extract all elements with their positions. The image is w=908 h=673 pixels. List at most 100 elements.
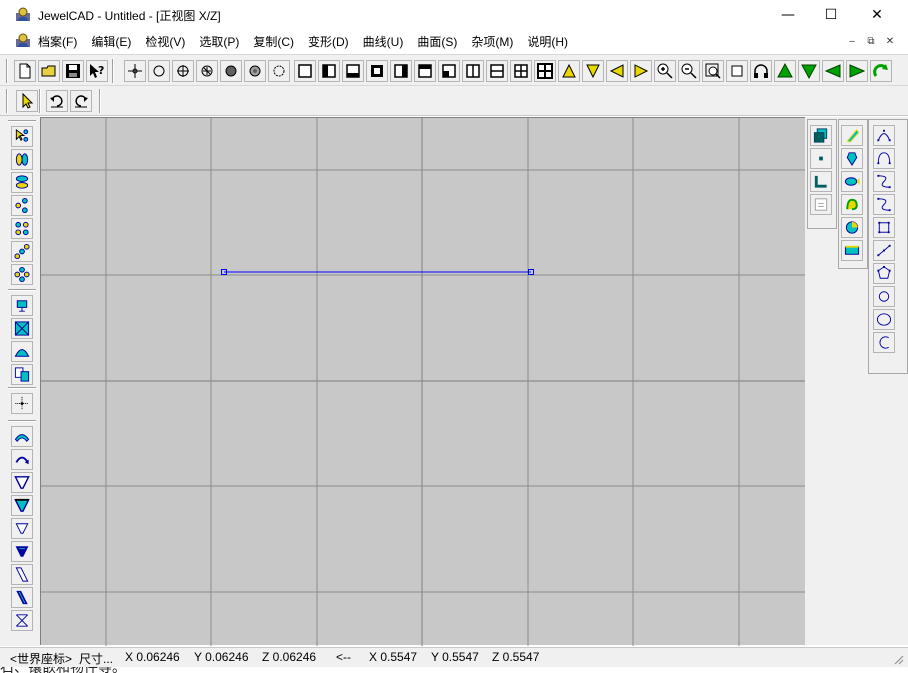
select-arrow-button[interactable] [16, 90, 38, 112]
hourglass-button[interactable] [11, 610, 33, 631]
redo-button[interactable] [70, 90, 92, 112]
resize-grip-icon[interactable] [892, 653, 904, 665]
corner-button[interactable] [810, 171, 832, 192]
mdi-restore-button[interactable]: ⧉ [863, 34, 879, 48]
slant-box-button[interactable] [11, 564, 33, 585]
viewport-grid[interactable] [41, 118, 806, 646]
rotate-left-button[interactable] [822, 60, 844, 82]
gem-fish-button[interactable] [841, 171, 863, 192]
curve-box-button[interactable] [873, 217, 895, 238]
menu-item-4[interactable]: 复制(C) [253, 33, 294, 50]
front-view-viewport[interactable] [40, 117, 806, 646]
view-vertical-split-button[interactable] [462, 60, 484, 82]
funnel-filled-button[interactable] [11, 495, 33, 516]
view-top-button[interactable] [414, 60, 436, 82]
mdi-minimize-button[interactable]: ‒ [844, 34, 860, 48]
zoom-square-button[interactable] [726, 60, 748, 82]
triangle-right-button[interactable] [630, 60, 652, 82]
view-right-button[interactable] [390, 60, 412, 82]
ellipse-button[interactable] [873, 309, 895, 330]
select-pair-button[interactable] [11, 149, 33, 170]
menu-item-3[interactable]: 选取(P) [199, 33, 239, 50]
copy-tool-button[interactable] [11, 364, 33, 385]
zoom-out-button[interactable] [678, 60, 700, 82]
menu-item-7[interactable]: 曲面(S) [417, 33, 457, 50]
zoom-in-button[interactable] [654, 60, 676, 82]
select-all-button[interactable] [11, 126, 33, 147]
circle-cross-button[interactable] [196, 60, 218, 82]
circle-small-button[interactable] [873, 286, 895, 307]
copy-layers-button[interactable] [810, 125, 832, 146]
rotate-green-button[interactable] [870, 60, 892, 82]
select-cluster-button[interactable] [11, 264, 33, 285]
view-square-button[interactable] [294, 60, 316, 82]
menu-item-9[interactable]: 说明(H) [527, 33, 568, 50]
dome-tool-button[interactable] [11, 341, 33, 362]
select-grid-button[interactable] [11, 218, 33, 239]
headphones-button[interactable] [750, 60, 772, 82]
undo-button[interactable] [46, 90, 68, 112]
view-four-grid-button[interactable] [534, 60, 556, 82]
curve-step-button[interactable] [873, 194, 895, 215]
triangle-up-button[interactable] [558, 60, 580, 82]
arc-open-button[interactable] [873, 332, 895, 353]
menu-item-1[interactable]: 编辑(E) [91, 33, 131, 50]
gem-stack-button[interactable] [841, 148, 863, 169]
gem-band-button[interactable] [841, 240, 863, 261]
curve-bezier-button[interactable] [873, 125, 895, 146]
circle-plus-button[interactable] [172, 60, 194, 82]
gem-spiral-button[interactable] [841, 194, 863, 215]
view-bottom-button[interactable] [342, 60, 364, 82]
filled-circle-button[interactable] [220, 60, 242, 82]
dot-button[interactable] [810, 148, 832, 169]
funnel-outline-button[interactable] [11, 472, 33, 493]
curve-arch-button[interactable] [873, 148, 895, 169]
select-diagonal-button[interactable] [11, 241, 33, 262]
view-four-split-button[interactable] [510, 60, 532, 82]
select-points-button[interactable] [11, 195, 33, 216]
menu-item-6[interactable]: 曲线(U) [363, 33, 404, 50]
gem-cone-button[interactable] [841, 125, 863, 146]
view-horizontal-split-button[interactable] [486, 60, 508, 82]
curve-poly-button[interactable] [873, 263, 895, 284]
menu-item-2[interactable]: 检视(V) [145, 33, 185, 50]
close-button[interactable]: ✕ [854, 0, 900, 30]
menu-item-0[interactable]: 档案(F) [38, 33, 77, 50]
rectangle-tool-button[interactable] [11, 295, 33, 316]
select-stack-button[interactable] [11, 172, 33, 193]
menu-item-8[interactable]: 杂项(M) [471, 33, 513, 50]
view-center-button[interactable] [366, 60, 388, 82]
circle-outline-button[interactable] [148, 60, 170, 82]
rotate-up-button[interactable] [774, 60, 796, 82]
curve-line-button[interactable] [873, 240, 895, 261]
menu-item-5[interactable]: 变形(D) [308, 33, 349, 50]
curve-s-button[interactable] [873, 171, 895, 192]
zoom-window-button[interactable] [702, 60, 724, 82]
context-help-button[interactable]: ? [86, 60, 108, 82]
minimize-button[interactable]: — [765, 0, 811, 30]
crosshair-button[interactable] [124, 60, 146, 82]
open-folder-button[interactable] [38, 60, 60, 82]
shaded-circle-button[interactable] [244, 60, 266, 82]
triangle-down-button[interactable] [582, 60, 604, 82]
mdi-document-icon[interactable] [14, 32, 32, 50]
triangle-left-button[interactable] [606, 60, 628, 82]
arc-arrow-button[interactable] [11, 449, 33, 470]
frame-button[interactable] [810, 194, 832, 215]
maximize-button[interactable]: ☐ [808, 0, 854, 30]
view-bottom-left-button[interactable] [438, 60, 460, 82]
gem-ring-button[interactable] [841, 217, 863, 238]
funnel-small-button[interactable] [11, 518, 33, 539]
rotate-right-button[interactable] [846, 60, 868, 82]
box-tool-button[interactable] [11, 318, 33, 339]
funnel-dark-button[interactable] [11, 541, 33, 562]
save-button[interactable] [62, 60, 84, 82]
dotted-circle-button[interactable] [268, 60, 290, 82]
rotate-down-button[interactable] [798, 60, 820, 82]
point-tool-button[interactable] [11, 393, 33, 414]
arc-shape-button[interactable] [11, 426, 33, 447]
view-left-button[interactable] [318, 60, 340, 82]
new-file-button[interactable] [14, 60, 36, 82]
mdi-close-button[interactable]: ✕ [882, 34, 898, 48]
slant-filled-button[interactable] [11, 587, 33, 608]
